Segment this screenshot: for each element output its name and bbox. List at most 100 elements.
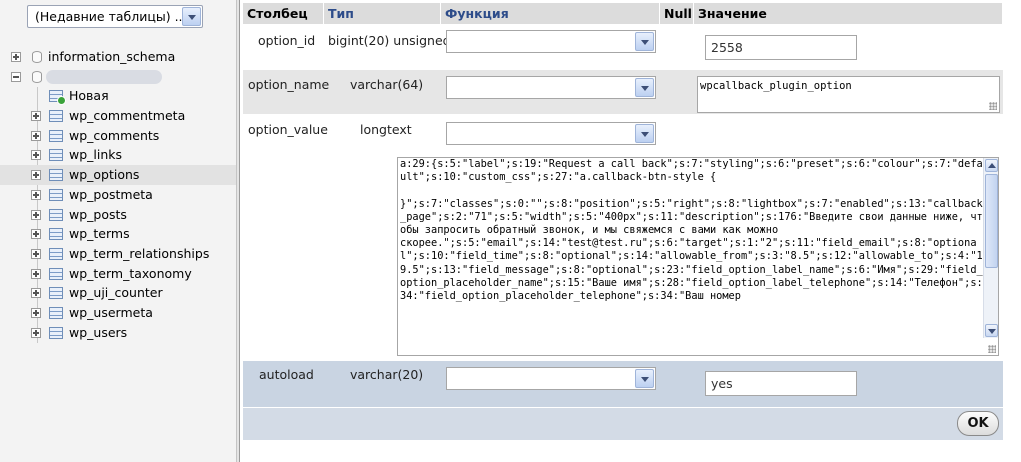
header-null: Null [660, 3, 694, 24]
expand-plus-icon[interactable] [31, 248, 41, 259]
chevron-down-icon[interactable] [182, 7, 201, 26]
expand-plus-icon[interactable] [31, 209, 41, 220]
field-name: option_value [248, 122, 328, 137]
table-name: wp_posts [69, 206, 127, 222]
scroll-up-icon[interactable] [985, 159, 998, 172]
recent-tables-select-value: (Недавние таблицы) ... [35, 9, 187, 24]
expand-plus-icon[interactable] [31, 327, 41, 338]
tree-item-table[interactable]: wp_users [0, 323, 236, 343]
table-name: wp_postmeta [69, 186, 153, 202]
insert-edit-form: Столбец Тип Функция Null Значение option… [241, 0, 1021, 462]
table-name: wp_commentmeta [69, 108, 186, 124]
value-textarea-option-name[interactable]: wpcallback_plugin_option [697, 76, 1000, 113]
table-name: wp_term_taxonomy [69, 265, 192, 281]
field-type: varchar(64) [350, 77, 424, 92]
field-name: autoload [259, 367, 314, 382]
table-name: wp_options [69, 167, 140, 183]
table-icon [49, 228, 63, 241]
header-type-link[interactable]: Тип [324, 3, 441, 24]
tree-item-new-table[interactable]: Новая [0, 86, 236, 106]
table-name: wp_comments [69, 127, 160, 143]
field-type: bigint(20) unsigned [328, 33, 451, 48]
expand-plus-icon[interactable] [31, 189, 41, 200]
resize-grip-icon[interactable] [989, 102, 997, 110]
function-select[interactable] [446, 76, 656, 99]
tree-item-table-selected[interactable]: wp_options [0, 165, 236, 185]
field-name: option_id [258, 33, 316, 48]
table-name: wp_links [69, 147, 123, 163]
new-table-label: Новая [69, 88, 109, 104]
tree-item-table[interactable]: wp_usermeta [0, 303, 236, 323]
field-row-option-name: option_name varchar(64) wpcallback_plugi… [243, 70, 1003, 114]
table-icon [49, 208, 63, 221]
table-icon [49, 149, 63, 162]
chevron-down-icon[interactable] [635, 32, 654, 51]
function-select[interactable] [446, 30, 656, 53]
scroll-down-icon[interactable] [985, 324, 998, 337]
field-name: option_name [248, 77, 330, 92]
expand-plus-icon[interactable] [31, 130, 41, 141]
tree-item-table[interactable]: wp_links [0, 145, 236, 165]
recent-tables-select[interactable]: (Недавние таблицы) ... [27, 5, 203, 28]
expand-plus-icon[interactable] [31, 307, 41, 318]
database-name: information_schema [48, 49, 176, 64]
tree-item-table[interactable]: wp_term_relationships [0, 244, 236, 264]
table-name: wp_term_relationships [69, 245, 210, 261]
header-column: Столбец [243, 3, 324, 24]
tree-item-table[interactable]: wp_comments [0, 126, 236, 146]
table-name: wp_terms [69, 226, 130, 242]
expand-plus-icon[interactable] [31, 170, 41, 181]
tree-item-table[interactable]: wp_uji_counter [0, 283, 236, 303]
vertical-scrollbar[interactable] [983, 158, 998, 338]
header-value: Значение [694, 3, 1003, 24]
collapse-minus-icon[interactable] [11, 71, 21, 82]
table-icon [49, 326, 63, 339]
function-select[interactable] [446, 122, 656, 145]
pane-splitter[interactable] [237, 0, 240, 462]
table-icon [49, 306, 63, 319]
function-select[interactable] [446, 367, 656, 390]
table-name: wp_uji_counter [69, 285, 163, 301]
tree-item-table[interactable]: wp_commentmeta [0, 106, 236, 126]
navigation-sidebar: (Недавние таблицы) ... information_schem… [0, 0, 237, 462]
database-icon [32, 70, 42, 83]
field-row-option-id: option_id bigint(20) unsigned 2558 [243, 25, 1003, 69]
table-icon [49, 129, 63, 142]
chevron-down-icon[interactable] [635, 78, 654, 97]
value-input-autoload[interactable]: yes [705, 371, 857, 396]
expand-plus-icon[interactable] [31, 111, 41, 122]
expand-plus-icon[interactable] [31, 229, 41, 240]
tree-item-table[interactable]: wp_term_taxonomy [0, 264, 236, 284]
database-tree: information_schema Новая wp_commentmeta … [0, 47, 236, 343]
database-icon [32, 51, 42, 63]
table-icon [49, 110, 63, 123]
chevron-down-icon[interactable] [635, 369, 654, 388]
table-icon [49, 169, 63, 182]
ok-button[interactable]: OK [957, 411, 999, 436]
tree-item-table[interactable]: wp_terms [0, 224, 236, 244]
table-icon [49, 287, 63, 300]
tree-item-table[interactable]: wp_postmeta [0, 185, 236, 205]
value-textarea-option-value[interactable]: a:29:{s:5:"label";s:19:"Request a call b… [397, 157, 999, 356]
value-textarea-text: a:29:{s:5:"label";s:19:"Request a call b… [400, 158, 983, 303]
chevron-down-icon[interactable] [635, 124, 654, 143]
header-function-link[interactable]: Функция [441, 3, 660, 24]
expand-plus-icon[interactable] [31, 268, 41, 279]
table-name: wp_usermeta [69, 304, 153, 320]
database-name-redacted [46, 69, 162, 84]
table-icon [49, 267, 63, 280]
expand-plus-icon[interactable] [31, 150, 41, 161]
tree-item-information-schema[interactable]: information_schema [0, 47, 236, 67]
resize-grip-icon[interactable] [988, 345, 996, 353]
table-name: wp_users [69, 324, 128, 340]
field-type: varchar(20) [350, 367, 424, 382]
expand-plus-icon[interactable] [11, 52, 21, 62]
table-icon [49, 188, 63, 201]
value-input-option-id[interactable]: 2558 [705, 35, 857, 60]
scrollbar-thumb[interactable] [985, 174, 998, 268]
new-table-icon [49, 90, 66, 106]
tree-item-table[interactable]: wp_posts [0, 205, 236, 225]
column-header-row: Столбец Тип Функция Null Значение [243, 3, 1003, 24]
tree-item-current-database[interactable] [0, 67, 236, 87]
expand-plus-icon[interactable] [31, 288, 41, 299]
